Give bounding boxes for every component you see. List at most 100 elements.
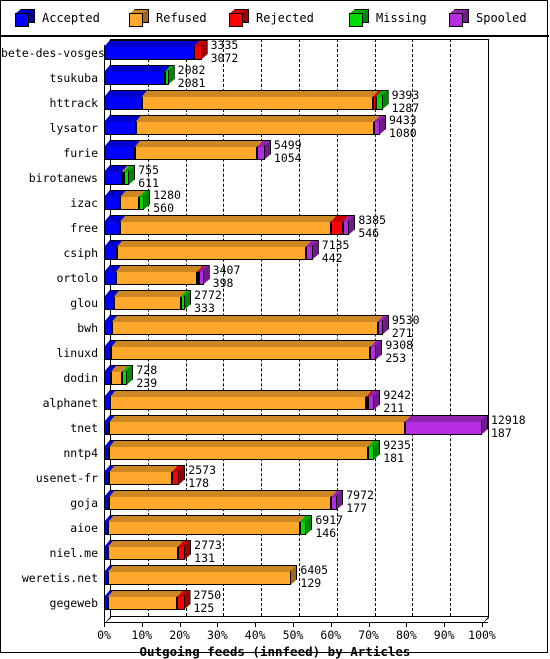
bar-segment-glou-refused — [113, 290, 187, 310]
bar-accepted-value: 2081 — [177, 75, 206, 90]
bar-value-labels-aioe: 6917 146 — [315, 514, 343, 539]
x-tick — [141, 623, 143, 627]
bar-segment-lysator-accepted — [104, 115, 142, 135]
x-tick — [368, 623, 370, 627]
y-axis-label-usenet-fr: usenet-fr — [35, 471, 98, 485]
bar-segment-alphanet-refused — [110, 390, 373, 410]
bar-accepted-value: 131 — [194, 550, 215, 565]
bar-accepted-value: 178 — [188, 475, 210, 490]
bar-segment-bete-des-vosges-accepted — [104, 40, 200, 60]
y-axis-label-izac: izac — [70, 196, 98, 210]
bar-segment-birotanews-missing — [123, 165, 136, 185]
bar-segment-top-face — [141, 90, 379, 97]
bar-segment-tsukuba-accepted — [104, 65, 171, 85]
x-axis — [104, 622, 488, 623]
bar-value-labels-dodin: 728 239 — [136, 364, 157, 389]
bar-segment-bwh-refused — [111, 315, 384, 335]
bar-value-labels-weretis.net: 6405 129 — [300, 564, 328, 589]
bar-value-labels-bete-des-vosges: 3335 3072 — [211, 39, 239, 64]
bar-segment-glou-accepted — [104, 290, 120, 310]
bar-segment-httrack-accepted — [104, 90, 148, 110]
bar-total-value: 2773 — [194, 538, 222, 552]
bar-value-labels-izac: 1280 560 — [153, 189, 181, 214]
bar-total-value: 8385 — [358, 213, 387, 227]
bar-value-labels-niel.me: 2773 131 — [194, 539, 222, 564]
refused-swatch-icon — [129, 9, 149, 27]
bar-segment-bwh-accepted — [104, 315, 118, 335]
bar-segment-linuxd-refused — [111, 340, 377, 360]
bar-segment-top-face — [104, 65, 171, 72]
bar-accepted-value: 560 — [153, 200, 174, 215]
x-axis-title: Outgoing feeds (innfeed) by Articles — [139, 644, 411, 659]
chart-legend: Accepted Refused Rejected Missing Spooled — [1, 1, 549, 37]
bar-segment-furie-accepted — [104, 140, 141, 160]
bar-value-labels-glou: 2772 333 — [194, 289, 222, 314]
y-axis-label-furie: furie — [63, 146, 98, 160]
y-axis-label-aioe: aioe — [70, 521, 98, 535]
bar-segment-nntp4-refused — [109, 440, 374, 460]
x-tick — [406, 623, 408, 627]
bar-segment-izac-missing — [139, 190, 151, 210]
bar-total-value: 6405 — [300, 563, 329, 577]
bar-segment-furie-spooled — [257, 140, 271, 160]
bar-value-labels-csiph: 7135 442 — [322, 239, 350, 264]
y-axis-label-bete-des-vosges: bete-des-vosges — [1, 46, 105, 60]
bar-segment-birotanews-accepted — [104, 165, 128, 185]
gridline — [450, 39, 452, 616]
y-axis-label-alphanet: alphanet — [42, 396, 98, 410]
bar-total-value: 2573 — [188, 463, 216, 477]
bar-segment-tnet-refused — [109, 415, 411, 435]
bar-segment-top-face — [111, 315, 384, 322]
missing-swatch-icon — [349, 9, 369, 27]
bar-total-value: 9433 — [389, 113, 417, 127]
bar-value-labels-furie: 5499 1054 — [274, 139, 302, 164]
x-tick-rear — [185, 613, 187, 617]
bar-total-value: 9235 — [383, 438, 411, 452]
chart-window: Accepted Refused Rejected Missing Spooled 0%… — [0, 0, 549, 659]
bar-segment-top-face — [116, 240, 312, 247]
bar-segment-usenet-fr-rejected — [171, 465, 186, 485]
x-tick-rear — [412, 613, 414, 617]
bar-segment-csiph-refused — [116, 240, 312, 260]
bar-accepted-value: 129 — [300, 575, 322, 590]
y-axis-label-lysator: lysator — [49, 121, 98, 135]
bar-value-labels-nntp4: 9235 181 — [383, 439, 411, 464]
rejected-swatch-icon — [229, 9, 249, 27]
bar-segment-top-face — [108, 515, 306, 522]
bar-segment-dodin-refused — [110, 365, 129, 385]
bar-total-value: 5499 — [273, 138, 302, 152]
bar-segment-goja-spooled — [331, 490, 344, 510]
bar-accepted-value: 211 — [383, 400, 405, 415]
bar-total-value: 12918 — [491, 413, 526, 427]
legend-item-rejected: Rejected — [229, 9, 314, 27]
bar-value-labels-alphanet: 9242 211 — [383, 389, 411, 414]
bar-segment-top-face — [109, 440, 374, 447]
x-tick — [217, 623, 219, 627]
bar-value-labels-tnet: 12918 187 — [491, 414, 526, 439]
bar-value-labels-goja: 7972 177 — [346, 489, 374, 514]
bar-segment-bete-des-vosges-rejected — [193, 40, 208, 60]
bar-segment-tnet-spooled — [405, 415, 488, 435]
x-tick-rear — [450, 613, 452, 617]
bar-accepted-value: 3072 — [210, 50, 239, 65]
x-tick — [444, 623, 446, 627]
y-axis-label-niel.me: niel.me — [49, 546, 98, 560]
y-axis-label-dodin: dodin — [63, 371, 98, 385]
bar-accepted-value: 1054 — [273, 150, 302, 165]
y-axis-label-weretis.net: weretis.net — [21, 571, 98, 585]
bar-segment-csiph-accepted — [104, 240, 123, 260]
bar-segment-gegeweb-refused — [107, 590, 184, 610]
bar-segment-top-face — [104, 40, 200, 47]
bar-accepted-value: 442 — [321, 250, 343, 265]
bar-accepted-value: 177 — [346, 500, 368, 515]
x-tick-rear — [336, 613, 338, 617]
bar-segment-top-face — [135, 115, 381, 122]
bar-segment-furie-refused — [134, 140, 264, 160]
bar-segment-dodin-missing — [122, 365, 134, 385]
bar-segment-top-face — [110, 390, 373, 397]
bar-segment-alphanet-spooled — [367, 390, 381, 410]
legend-label-refused: Refused — [156, 11, 207, 25]
legend-label-accepted: Accepted — [42, 11, 100, 25]
x-tick — [330, 623, 332, 627]
bar-segment-aioe-missing — [299, 515, 313, 535]
